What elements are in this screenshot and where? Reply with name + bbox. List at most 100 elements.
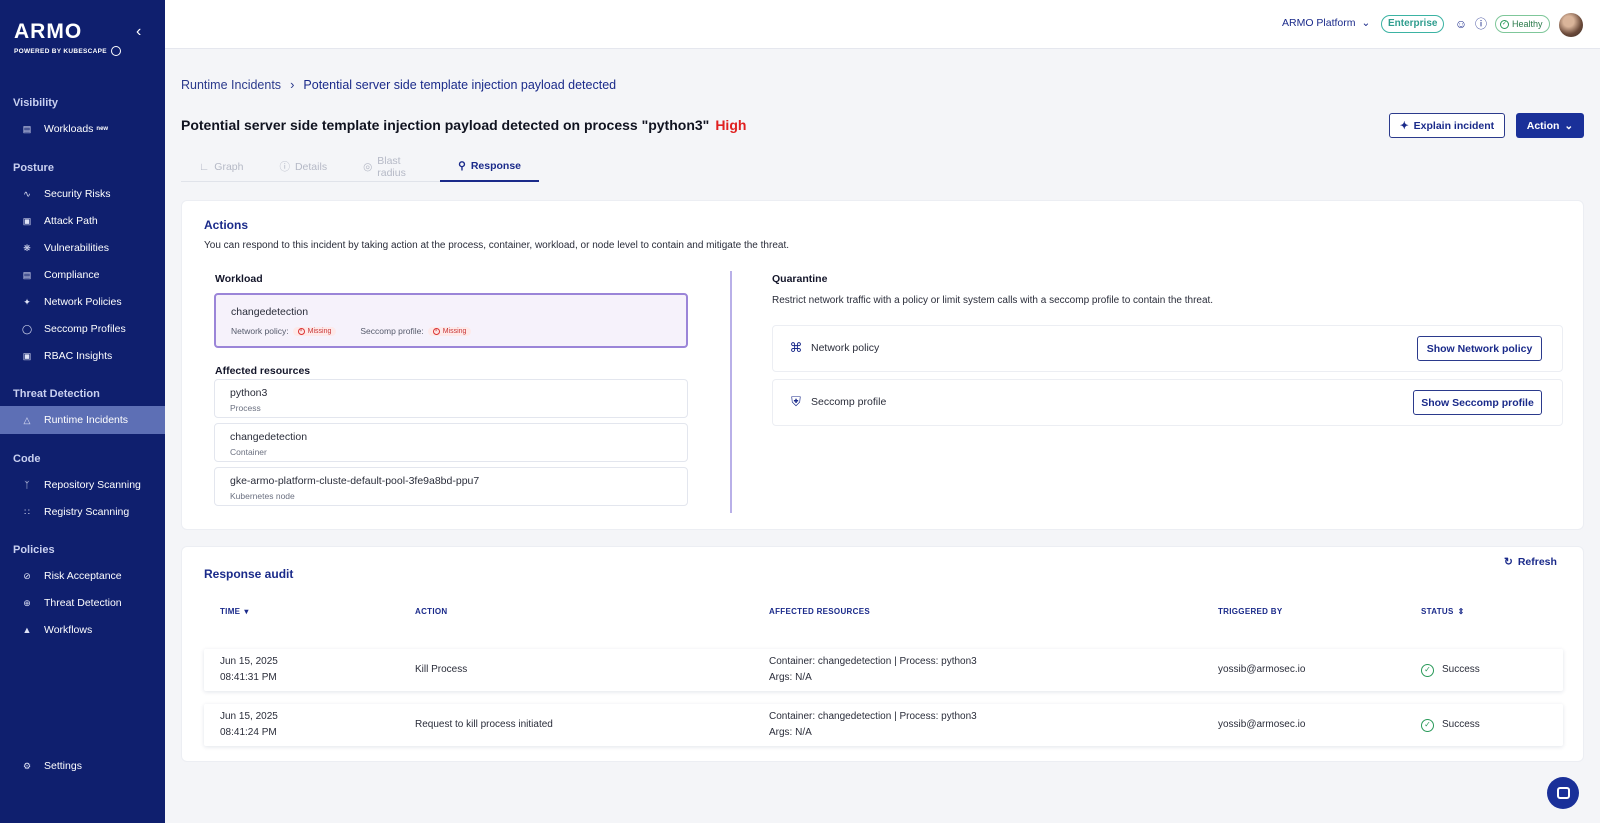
sidebar-item-label: Workflows [44, 624, 93, 636]
help-icon[interactable]: ⓘ [1473, 16, 1489, 32]
sidebar-item-risk-acceptance[interactable]: ⊘ Risk Acceptance [0, 562, 165, 590]
row-status: ✓ Success [1421, 717, 1480, 733]
network-policy-label: Network policy: [231, 326, 289, 336]
logo-text: ARMO [14, 20, 83, 43]
quarantine-item-label: Seccomp profile [811, 396, 887, 408]
page-title: Potential server side template injection… [181, 117, 746, 133]
row-date: Jun 15, 2025 [220, 656, 278, 667]
quarantine-seccomp-profile-row: ⛨ Seccomp profile Show Seccomp profile [772, 379, 1563, 426]
add-user-icon[interactable]: ☺ [1453, 16, 1469, 32]
sparkle-icon: ✦ [1399, 119, 1409, 132]
chevron-right-icon: › [290, 77, 295, 92]
radar-icon: ◎ [363, 160, 373, 173]
refresh-button[interactable]: ↻ Refresh [1504, 556, 1557, 568]
actions-description: You can respond to this incident by taki… [204, 240, 789, 251]
column-header-action: ACTION [415, 607, 448, 616]
check-circle-icon: ✓ [1421, 663, 1434, 677]
sidebar-item-rbac-insights[interactable]: ▣ RBAC Insights [0, 342, 165, 370]
network-icon: ⌘ [789, 340, 803, 355]
chat-icon [1556, 787, 1570, 799]
table-row[interactable]: Jun 15, 2025 08:41:31 PM Kill Process Con… [204, 649, 1563, 691]
avatar[interactable] [1559, 13, 1583, 37]
breadcrumb: Runtime Incidents › Potential server sid… [181, 77, 616, 92]
powered-by-text: POWERED BY KUBESCAPE [14, 47, 107, 55]
lock-icon: ▣ [22, 215, 32, 226]
armo-logo[interactable]: ARMO POWERED BY KUBESCAPE [14, 20, 121, 56]
seccomp-profile-status-badge: × Missing [427, 326, 472, 336]
document-icon: ▤ [22, 269, 32, 280]
divider [730, 271, 732, 513]
sidebar-item-network-policies[interactable]: ✦ Network Policies [0, 288, 165, 316]
actions-title: Actions [204, 218, 249, 232]
show-seccomp-profile-button[interactable]: Show Seccomp profile [1413, 390, 1542, 415]
tab-response[interactable]: ⚲ Response [440, 151, 539, 182]
column-header-affected-resources: AFFECTED RESOURCES [769, 607, 870, 616]
close-icon: × [432, 327, 440, 335]
show-network-policy-button[interactable]: Show Network policy [1417, 336, 1542, 361]
table-row[interactable]: Jun 15, 2025 08:41:24 PM Request to kill … [204, 704, 1563, 746]
tab-details[interactable]: ⓘ Details [261, 151, 345, 182]
sidebar-item-attack-path[interactable]: ▣ Attack Path [0, 207, 165, 235]
workload-name: changedetection [231, 306, 309, 318]
breadcrumb-runtime-incidents[interactable]: Runtime Incidents [181, 78, 281, 92]
column-header-status[interactable]: STATUS ⇕ [1421, 607, 1465, 616]
sidebar-item-label: Repository Scanning [44, 479, 141, 491]
response-audit-card: Response audit ↻ Refresh TIME ▾ ACTION AF… [181, 546, 1584, 762]
nav-section-posture: Posture [13, 162, 54, 174]
row-date: Jun 15, 2025 [220, 711, 278, 722]
sidebar-item-threat-detection[interactable]: ⊕ Threat Detection [0, 589, 165, 617]
sidebar-item-label: Threat Detection [44, 597, 122, 609]
close-icon: × [297, 327, 305, 335]
explain-incident-button[interactable]: ✦ Explain incident [1389, 113, 1505, 138]
chat-support-button[interactable] [1547, 777, 1579, 809]
row-action: Request to kill process initiated [415, 719, 553, 730]
sidebar-item-seccomp-profiles[interactable]: ◯ Seccomp Profiles [0, 315, 165, 343]
quarantine-item-label: Network policy [811, 342, 880, 354]
status-text: Missing [307, 327, 332, 335]
sidebar-item-security-risks[interactable]: ∿ Security Risks [0, 180, 165, 208]
quarantine-network-policy-row: ⌘ Network policy Show Network policy [772, 325, 1563, 372]
workloads-icon: ▤ [22, 123, 32, 134]
column-header-time[interactable]: TIME ▾ [220, 607, 249, 616]
tab-label: Blast radius [377, 154, 406, 179]
row-action: Kill Process [415, 664, 468, 675]
nav-section-code: Code [13, 453, 41, 465]
affected-resources-label: Affected resources [215, 365, 311, 377]
network-icon: ✦ [23, 296, 31, 307]
new-badge: new [96, 126, 109, 132]
sidebar-item-label: Risk Acceptance [44, 570, 122, 582]
column-label: TIME [220, 607, 241, 616]
sidebar-item-label: Workloads [44, 123, 94, 135]
row-args: Args: N/A [769, 727, 812, 738]
action-button[interactable]: Action ⌄ [1516, 113, 1584, 138]
sidebar-item-label: RBAC Insights [44, 350, 113, 362]
resource-item: changedetection Container [214, 423, 688, 462]
bug-icon: ❋ [23, 242, 31, 253]
sidebar-item-runtime-incidents[interactable]: △ Runtime Incidents [0, 406, 165, 434]
resource-type: Kubernetes node [230, 491, 295, 501]
health-badge[interactable]: ✓ Healthy [1495, 15, 1550, 33]
sidebar-item-compliance[interactable]: ▤ Compliance [0, 261, 165, 289]
incident-title: Potential server side template injection… [181, 117, 710, 133]
sidebar-item-vulnerabilities[interactable]: ❋ Vulnerabilities [0, 234, 165, 262]
sidebar-item-registry-scanning[interactable]: ∷ Registry Scanning [0, 498, 165, 526]
grid-icon: ∷ [24, 506, 30, 517]
collapse-sidebar-icon[interactable]: ‹ [136, 24, 152, 40]
nav-section-policies: Policies [13, 544, 55, 556]
status-text: Success [1442, 664, 1480, 675]
sidebar-item-repository-scanning[interactable]: ᛉ Repository Scanning [0, 471, 165, 499]
severity-label: High [715, 117, 747, 133]
sidebar-item-workloads[interactable]: ▤ Workloads new [0, 115, 165, 143]
tab-graph[interactable]: ∟ Graph [181, 151, 261, 182]
health-status: Healthy [1512, 19, 1543, 29]
sidebar-item-settings[interactable]: ⚙ Settings [0, 752, 165, 780]
info-icon: ⓘ [279, 161, 290, 173]
shield-icon: ⛨ [791, 394, 801, 409]
tab-bar: ∟ Graph ⓘ Details ◎ Blast radius ⚲ Respo… [181, 151, 539, 182]
platform-selector[interactable]: ARMO Platform ⌄ [1282, 17, 1370, 29]
tab-label: Graph [214, 160, 244, 173]
tab-blast-radius[interactable]: ◎ Blast radius [345, 151, 440, 182]
refresh-icon: ↻ [1504, 556, 1513, 568]
sidebar-item-workflows[interactable]: ▲ Workflows [0, 616, 165, 644]
workload-card[interactable]: changedetection Network policy: × Missing… [214, 293, 688, 348]
